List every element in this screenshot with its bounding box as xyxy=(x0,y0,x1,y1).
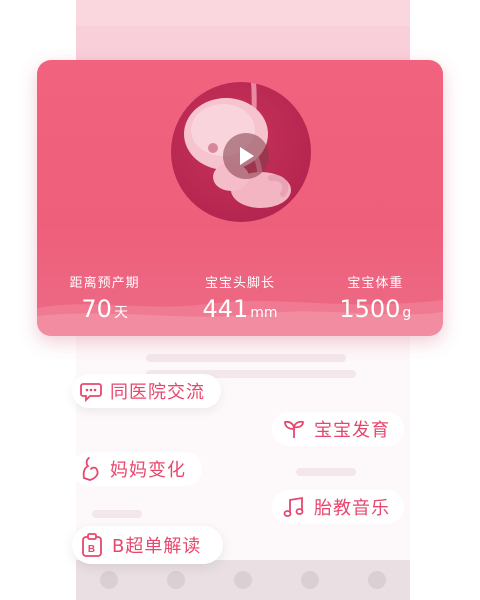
stat-unit: 天 xyxy=(113,305,128,321)
pregnant-mom-icon xyxy=(82,457,99,481)
tab-bar xyxy=(76,560,410,600)
chat-bubble-icon xyxy=(80,383,102,402)
stat-unit: mm xyxy=(250,305,278,321)
hospital-chat-button[interactable]: 同医院交流 xyxy=(72,374,221,408)
stats-row: 距离预产期 70 天 宝宝头脚长 441 mm 宝宝体重 1500 g xyxy=(37,270,443,336)
stat-label: 宝宝体重 xyxy=(347,276,404,291)
mom-changes-button[interactable]: 妈妈变化 xyxy=(72,452,202,486)
stat-baby-length: 宝宝头脚长 441 mm xyxy=(172,270,307,336)
nav-bar xyxy=(76,26,410,64)
ultrasound-report-icon: B xyxy=(82,533,102,557)
stat-value: 441 xyxy=(202,295,249,323)
prenatal-music-label: 胎教音乐 xyxy=(314,498,390,519)
status-bar xyxy=(76,0,410,26)
play-icon xyxy=(240,147,254,165)
sprout-icon xyxy=(284,420,304,438)
stat-label: 宝宝头脚长 xyxy=(204,276,275,291)
stat-value: 1500 xyxy=(339,295,401,323)
stat-label: 距离预产期 xyxy=(69,276,140,291)
baby-growth-button[interactable]: 宝宝发育 xyxy=(272,412,404,446)
fetus-info-card: 距离预产期 70 天 宝宝头脚长 441 mm 宝宝体重 1500 g xyxy=(37,60,443,336)
baby-growth-label: 宝宝发育 xyxy=(314,420,390,441)
stat-due-date: 距离预产期 70 天 xyxy=(37,270,172,336)
b-ultrasound-button[interactable]: B B超单解读 xyxy=(72,526,224,564)
stat-value: 70 xyxy=(81,295,112,323)
stat-baby-weight: 宝宝体重 1500 g xyxy=(308,270,443,336)
prenatal-music-button[interactable]: 胎教音乐 xyxy=(272,490,404,524)
b-ultrasound-label: B超单解读 xyxy=(112,536,202,557)
svg-text:B: B xyxy=(88,544,96,555)
stat-unit: g xyxy=(402,305,412,321)
music-note-icon xyxy=(283,496,304,517)
mom-changes-label: 妈妈变化 xyxy=(110,460,186,481)
hospital-chat-label: 同医院交流 xyxy=(110,382,205,403)
play-button[interactable] xyxy=(223,133,269,179)
